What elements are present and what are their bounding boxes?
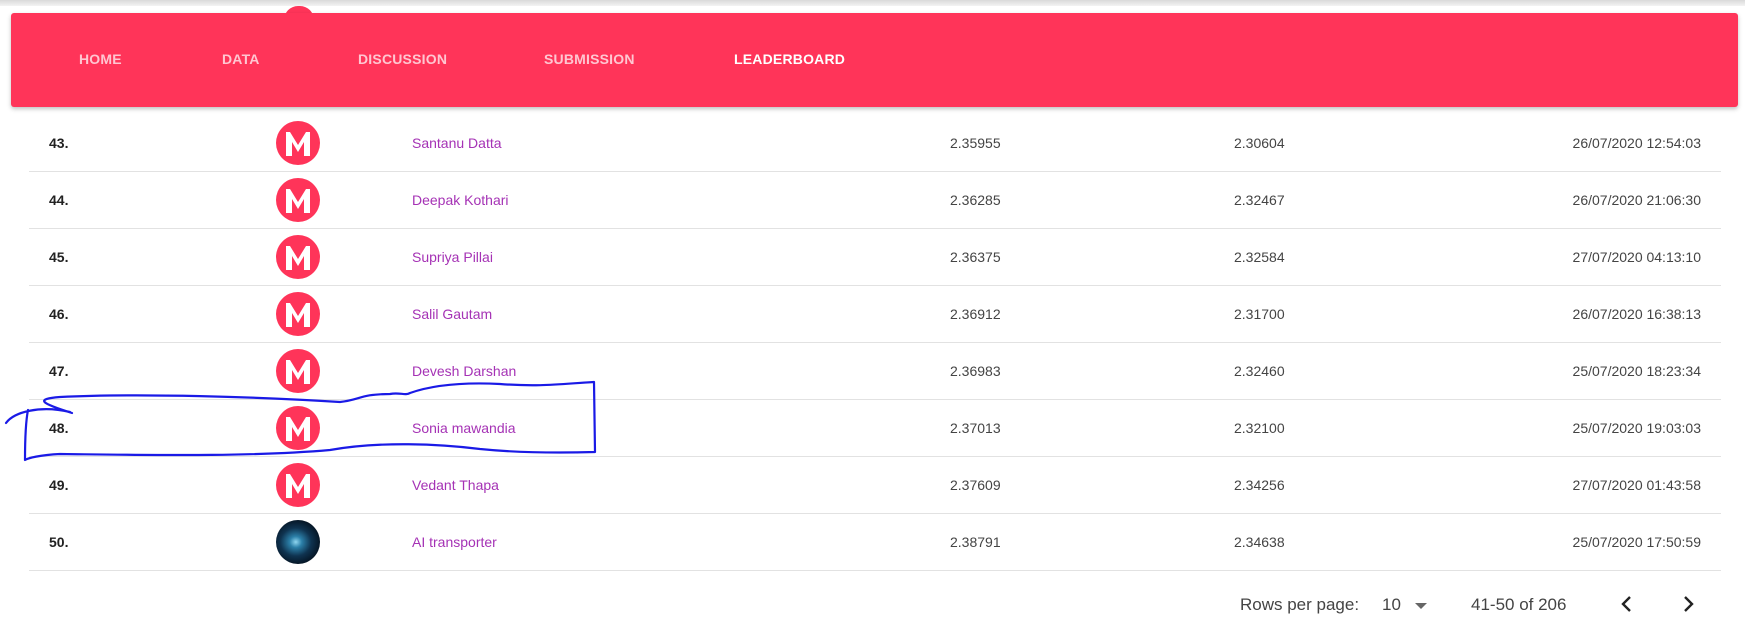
leaderboard-table: 43. Santanu Datta 2.35955 2.30604 26/07/2020… [29,115,1721,571]
next-page-button[interactable] [1678,593,1698,620]
participant-name-link[interactable]: Supriya Pillai [412,229,493,285]
nav-home[interactable]: HOME [79,51,122,67]
public-score-cell: 2.36375 [950,249,1001,265]
dropdown-arrow-icon [1414,602,1427,609]
nav-discussion[interactable]: DISCUSSION [358,51,447,67]
avatar [276,178,320,222]
chevron-right-icon [1684,596,1694,612]
avatar [276,406,320,450]
m-logo-icon [276,406,320,450]
leaderboard-row: 43. Santanu Datta 2.35955 2.30604 26/07/2020… [29,115,1721,172]
private-score-cell: 2.32584 [1234,249,1285,265]
submission-timestamp-cell: 27/07/2020 04:13:10 [1572,249,1701,265]
submission-timestamp-cell: 25/07/2020 19:03:03 [1572,420,1701,436]
avatar [276,121,320,165]
rows-per-page-select[interactable]: 10 [1382,595,1428,615]
participant-name-link[interactable]: Sonia mawandia [412,400,516,456]
participant-name-link[interactable]: Salil Gautam [412,286,492,342]
m-logo-icon [276,292,320,336]
nav-leaderboard[interactable]: LEADERBOARD [734,51,845,67]
public-score-cell: 2.37013 [950,420,1001,436]
m-logo-icon [276,463,320,507]
public-score-cell: 2.36983 [950,363,1001,379]
participant-name-link[interactable]: AI transporter [412,514,497,570]
avatar [276,349,320,393]
participant-name-link[interactable]: Deepak Kothari [412,172,509,228]
submission-timestamp-cell: 27/07/2020 01:43:58 [1572,477,1701,493]
rank-cell: 44. [49,192,69,208]
m-logo-icon [276,178,320,222]
private-score-cell: 2.32467 [1234,192,1285,208]
private-score-cell: 2.32100 [1234,420,1285,436]
prev-page-button[interactable] [1617,593,1637,620]
private-score-cell: 2.32460 [1234,363,1285,379]
rows-per-page-value: 10 [1382,595,1401,614]
public-score-cell: 2.36912 [950,306,1001,322]
leaderboard-row: 50. AI transporter 2.38791 2.34638 25/07/202… [29,514,1721,571]
chevron-left-icon [1621,596,1631,612]
private-score-cell: 2.34638 [1234,534,1285,550]
browser-top-edge [0,0,1745,6]
nav-data[interactable]: DATA [222,51,260,67]
public-score-cell: 2.35955 [950,135,1001,151]
public-score-cell: 2.36285 [950,192,1001,208]
m-logo-icon [276,235,320,279]
m-logo-icon [276,121,320,165]
rank-cell: 50. [49,534,69,550]
leaderboard-row: 49. Vedant Thapa 2.37609 2.34256 27/07/2020 … [29,457,1721,514]
submission-timestamp-cell: 26/07/2020 16:38:13 [1572,306,1701,322]
public-score-cell: 2.37609 [950,477,1001,493]
participant-name-link[interactable]: Santanu Datta [412,115,502,171]
rank-cell: 45. [49,249,69,265]
avatar [276,292,320,336]
participant-name-link[interactable]: Devesh Darshan [412,343,516,399]
leaderboard-row: 48. Sonia mawandia 2.37013 2.32100 25/07/202… [29,400,1721,457]
private-score-cell: 2.30604 [1234,135,1285,151]
leaderboard-row: 47. Devesh Darshan 2.36983 2.32460 25/07/202… [29,343,1721,400]
avatar [276,235,320,279]
submission-timestamp-cell: 25/07/2020 18:23:34 [1572,363,1701,379]
rank-cell: 47. [49,363,69,379]
m-logo-icon [276,349,320,393]
private-score-cell: 2.31700 [1234,306,1285,322]
top-navbar: HOME DATA DISCUSSION SUBMISSION LEADERBO… [11,13,1738,107]
rank-cell: 48. [49,420,69,436]
leaderboard-row: 45. Supriya Pillai 2.36375 2.32584 27/07/202… [29,229,1721,286]
participant-name-link[interactable]: Vedant Thapa [412,457,499,513]
leaderboard-row: 46. Salil Gautam 2.36912 2.31700 26/07/2020 … [29,286,1721,343]
page-range-label: 41-50 of 206 [1471,595,1567,614]
rows-per-page-label: Rows per page: [1240,595,1360,614]
public-score-cell: 2.38791 [950,534,1001,550]
profile-photo-avatar [276,520,320,564]
private-score-cell: 2.34256 [1234,477,1285,493]
submission-timestamp-cell: 25/07/2020 17:50:59 [1572,534,1701,550]
submission-timestamp-cell: 26/07/2020 21:06:30 [1572,192,1701,208]
leaderboard-row: 44. Deepak Kothari 2.36285 2.32467 26/07/202… [29,172,1721,229]
nav-submission[interactable]: SUBMISSION [544,51,635,67]
avatar [276,520,320,564]
submission-timestamp-cell: 26/07/2020 12:54:03 [1572,135,1701,151]
rank-cell: 49. [49,477,69,493]
rank-cell: 43. [49,135,69,151]
pagination-bar: Rows per page: 10 41-50 of 206 [0,585,1745,625]
rank-cell: 46. [49,306,69,322]
avatar [276,463,320,507]
